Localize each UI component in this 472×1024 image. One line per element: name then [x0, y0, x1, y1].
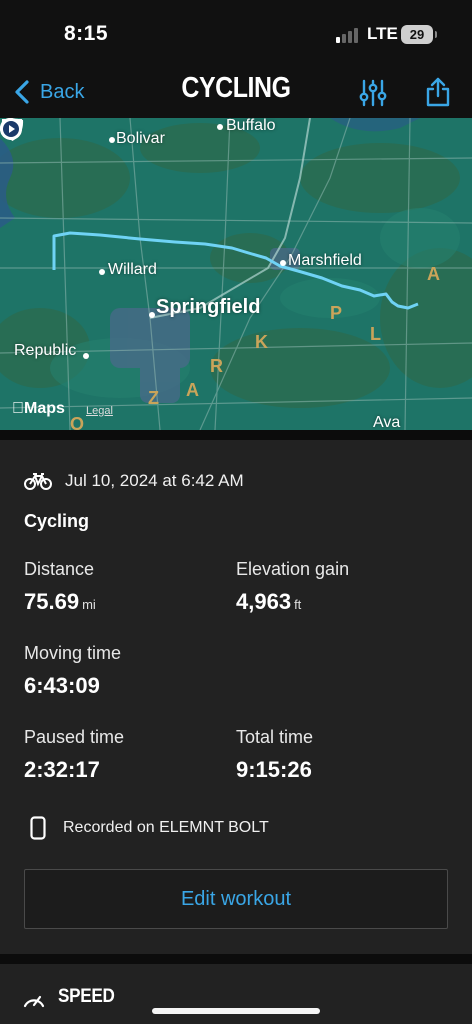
map-region-letter: P	[330, 303, 343, 323]
speed-section-title: SPEED	[58, 986, 115, 1007]
map-region-letter: L	[370, 324, 381, 344]
maps-brand-label: Maps	[12, 400, 65, 417]
stat-value: 75.69 mi	[24, 589, 96, 615]
apple-maps-logo: Maps	[12, 400, 65, 418]
stat-label: Total time	[236, 727, 314, 747]
stat-label: Moving time	[24, 643, 122, 663]
workout-date: Jul 10, 2024 at 6:42 AM	[65, 471, 244, 490]
activity-type: Cycling	[24, 511, 90, 531]
map-region-letter: K	[255, 332, 268, 352]
share-icon[interactable]	[424, 76, 452, 108]
start-marker-icon	[0, 118, 22, 140]
map-region-letter: O	[70, 414, 85, 430]
stat-label: Distance	[24, 559, 95, 579]
home-indicator[interactable]	[152, 1008, 320, 1014]
stat-total-time: Total time 9:15:26	[236, 727, 313, 783]
battery-icon: 29	[401, 25, 437, 44]
map-region-letter: Z	[148, 388, 159, 408]
map-label-republic: Republic	[14, 342, 77, 359]
status-time: 8:15	[64, 22, 109, 45]
map-label-ava: Ava	[373, 414, 401, 430]
stat-value: 9:15:26	[236, 757, 312, 782]
section-divider	[0, 954, 472, 964]
device-icon	[30, 816, 46, 840]
speedometer-icon	[23, 995, 45, 1008]
network-type: LTE	[367, 24, 398, 43]
status-bar: 8:15 LTE 29	[0, 0, 472, 66]
map-background	[0, 118, 472, 430]
map-label-bolivar: Bolivar	[116, 130, 165, 147]
legal-link[interactable]: Legal	[86, 405, 113, 417]
sliders-icon[interactable]	[358, 78, 388, 108]
signal-icon	[336, 27, 360, 43]
map-label-willard: Willard	[108, 261, 157, 278]
distance-unit: mi	[82, 597, 96, 612]
stat-value: 2:32:17	[24, 757, 100, 782]
section-divider	[0, 430, 472, 440]
route-map[interactable]: Bolivar Buffalo Willard Springfield Mars…	[0, 118, 472, 430]
stat-value: 6:43:09	[24, 673, 100, 698]
map-region-letter: A	[186, 380, 199, 400]
elevation-value: 4,963	[236, 589, 292, 614]
map-region-letter: R	[210, 356, 223, 376]
map-region-letter: A	[427, 264, 440, 284]
stat-value: 4,963 ft	[236, 589, 349, 615]
map-label-marshfield: Marshfield	[288, 252, 362, 269]
workout-summary-card: Jul 10, 2024 at 6:42 AM Cycling Distance…	[0, 440, 472, 954]
apple-icon: 	[12, 400, 24, 417]
date-row: Jul 10, 2024 at 6:42 AM	[24, 470, 244, 492]
stat-label: Paused time	[24, 727, 125, 747]
recorded-device-row: Recorded on ELEMNT BOLT	[30, 816, 269, 840]
nav-bar: Back CYCLING	[0, 66, 472, 118]
stat-elevation-gain: Elevation gain 4,963 ft	[236, 559, 349, 615]
map-label-springfield: Springfield	[156, 296, 261, 318]
stat-moving-time: Moving time 6:43:09	[24, 643, 121, 699]
recorded-device-text: Recorded on ELEMNT BOLT	[63, 819, 269, 836]
stat-paused-time: Paused time 2:32:17	[24, 727, 124, 783]
distance-value: 75.69	[24, 589, 80, 614]
bicycle-icon	[24, 473, 52, 490]
speed-section[interactable]: SPEED	[0, 964, 472, 1024]
edit-workout-button[interactable]: Edit workout	[24, 869, 448, 929]
stat-label: Elevation gain	[236, 559, 350, 579]
elevation-unit: ft	[294, 597, 302, 612]
map-label-buffalo: Buffalo	[226, 118, 276, 134]
stat-distance: Distance 75.69 mi	[24, 559, 96, 615]
battery-level: 29	[409, 27, 425, 42]
